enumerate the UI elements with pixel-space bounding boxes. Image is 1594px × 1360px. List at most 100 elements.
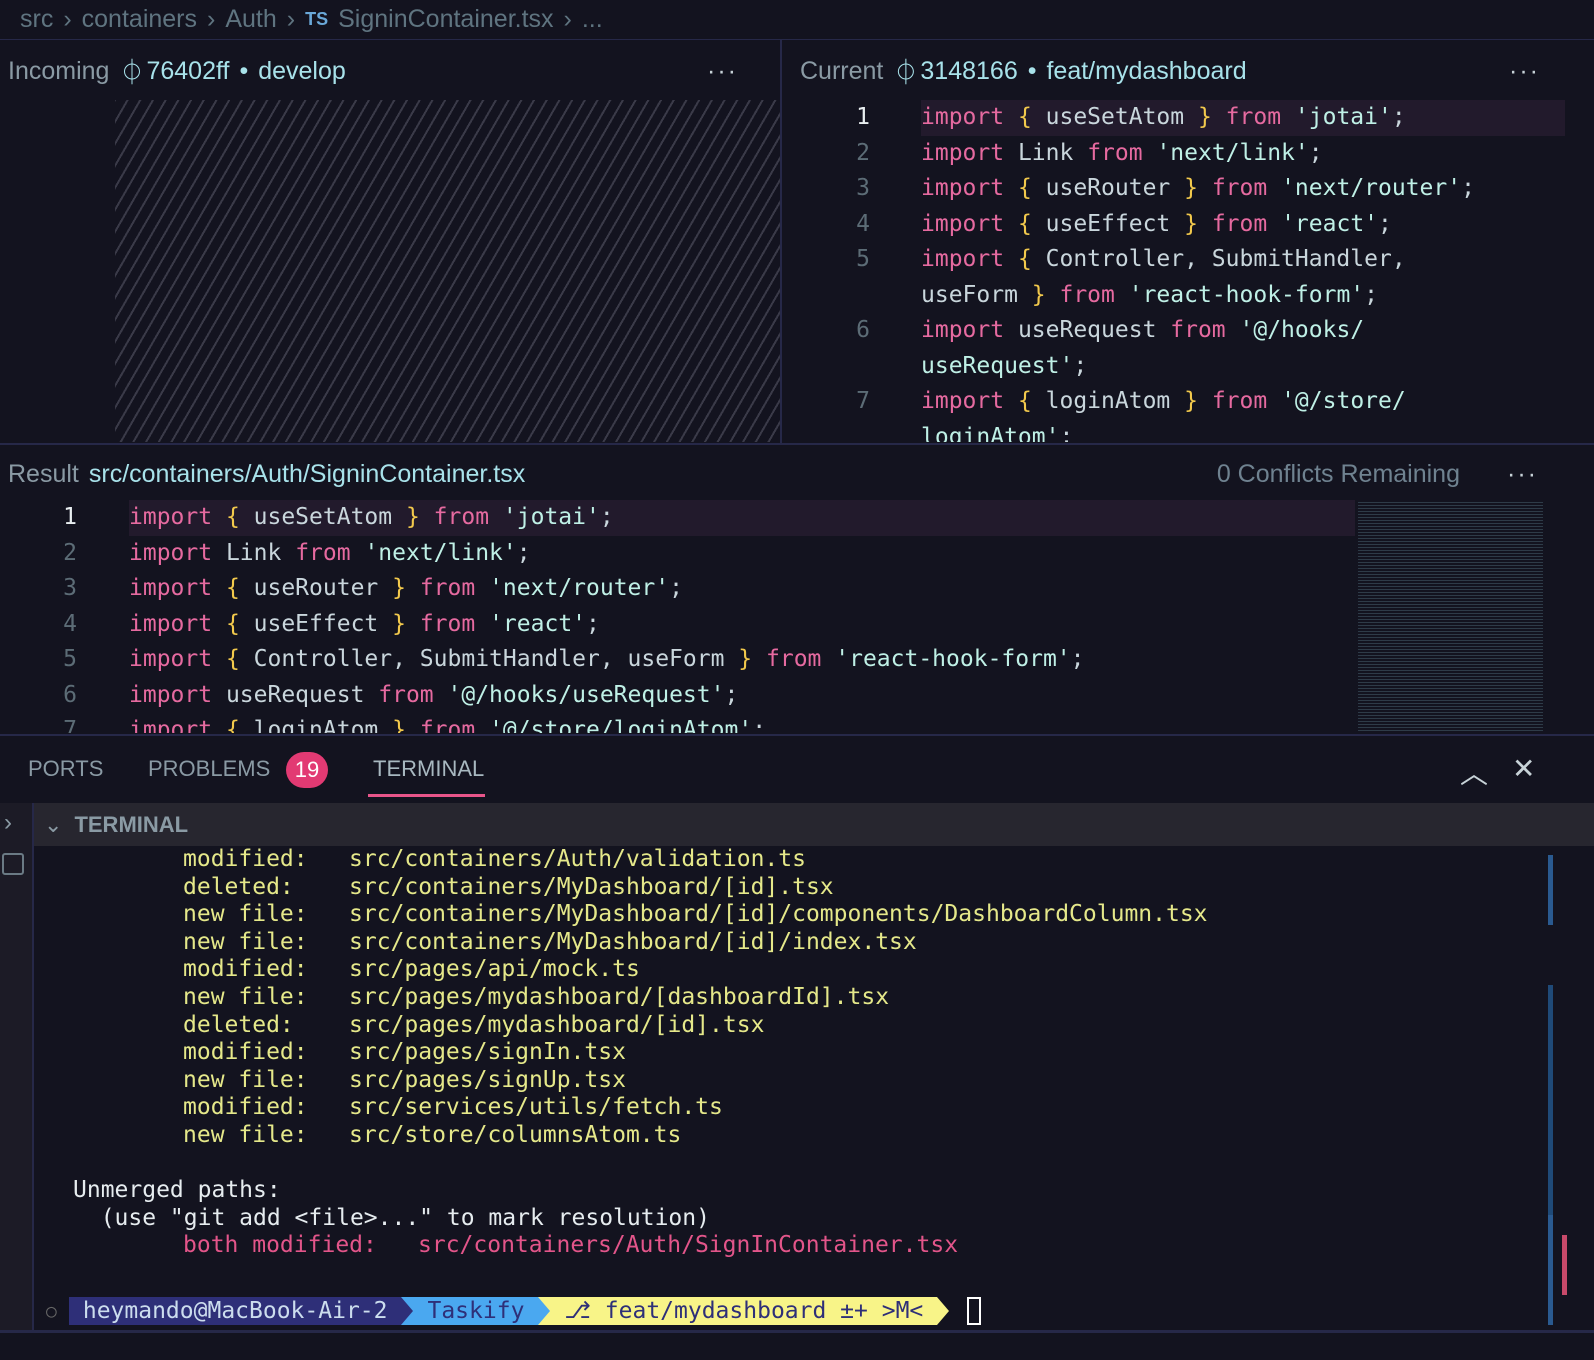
terminal-output[interactable]: modified: src/containers/Auth/validation.…: [34, 846, 1564, 1330]
more-actions-button[interactable]: ···: [1509, 57, 1540, 86]
code-line[interactable]: 1 import { useSetAtom } from 'jotai';: [63, 500, 1355, 536]
code-text: import Link from 'next/link';: [921, 139, 1323, 166]
code-line[interactable]: 6 import useRequest from '@/hooks/useRequ…: [0, 678, 1355, 714]
code-text: import { Controller, SubmitHandler,: [921, 246, 1406, 272]
incoming-empty-hatch: [115, 100, 780, 442]
separator-dot: •: [1027, 56, 1037, 85]
unmerged-header: Unmerged paths:: [73, 1177, 281, 1204]
current-branch[interactable]: feat/mydashboard: [1046, 57, 1246, 86]
code-line[interactable]: 5 import { Controller, SubmitHandler, use…: [0, 642, 1355, 678]
code-text: import { useEffect } from 'react';: [129, 610, 600, 637]
breadcrumb-auth[interactable]: Auth: [225, 5, 276, 34]
unmerged-hint: (use "git add <file>..." to mark resolut…: [73, 1204, 710, 1231]
chevron-right-icon[interactable]: ›: [4, 809, 12, 837]
line-number: 1: [856, 104, 870, 130]
code-line[interactable]: 7 import { loginAtom } from '@/store/: [800, 384, 1565, 420]
code-text: loginAtom';: [921, 423, 1074, 443]
chevron-right-icon: ›: [563, 5, 572, 33]
result-label: Result: [8, 459, 79, 488]
code-text: import { useRouter } from 'next/router';: [921, 175, 1475, 201]
prompt-branch: ⎇ feat/mydashboard ±+ >M<: [550, 1297, 938, 1325]
breadcrumb-containers[interactable]: containers: [82, 5, 197, 34]
code-text: import Link from 'next/link';: [129, 539, 531, 566]
more-actions-button[interactable]: ···: [707, 57, 738, 86]
code-line[interactable]: 4 import { useEffect } from 'react';: [800, 207, 1565, 243]
code-line[interactable]: 1 import { useSetAtom } from 'jotai';: [856, 100, 1565, 136]
terminal-prompt: ○ heymando@MacBook-Air-2 Taskify ⎇ feat/…: [46, 1296, 982, 1326]
git-status-line: deleted: src/containers/MyDashboard/[id].…: [183, 873, 834, 900]
separator-dot: •: [239, 56, 249, 85]
git-status-line: new file: src/pages/signUp.tsx: [183, 1066, 626, 1093]
code-text: import useRequest from '@/hooks/: [921, 317, 1365, 343]
code-text: useRequest';: [921, 352, 1088, 379]
result-path: src/containers/Auth/SigninContainer.tsx: [88, 459, 526, 488]
line-number: 6: [63, 681, 77, 708]
result-editor[interactable]: 1 import { useSetAtom } from 'jotai'; 2 imp…: [0, 500, 1355, 733]
code-text: useForm } from 'react-hook-form';: [921, 281, 1378, 308]
tab-terminal[interactable]: TERMINAL: [373, 756, 484, 782]
breadcrumb: src › containers › Auth › TS SigninContaine…: [0, 0, 1594, 40]
powerline-arrow-icon: [937, 1297, 950, 1325]
code-line[interactable]: 4 import { useEffect } from 'react';: [0, 607, 1355, 643]
prompt-user: heymando@MacBook-Air-2: [68, 1297, 402, 1325]
code-line[interactable]: 5 import { Controller, SubmitHandler,: [800, 242, 1565, 278]
current-label: Current: [800, 56, 884, 85]
line-number: 4: [856, 210, 870, 237]
result-header: Result src/containers/Auth/SigninContain…: [8, 445, 1578, 503]
git-status-line: deleted: src/pages/mydashboard/[id].tsx: [183, 1011, 765, 1038]
line-number: 4: [63, 610, 77, 637]
code-line[interactable]: useRequest';: [800, 349, 1565, 385]
code-line[interactable]: 7 import { loginAtom } from '@/store/logi…: [0, 713, 1355, 733]
unmerged-file: both modified: src/containers/Auth/SignIn…: [183, 1232, 959, 1259]
code-line[interactable]: 3 import { useRouter } from 'next/router'…: [800, 171, 1565, 207]
code-line[interactable]: loginAtom';: [800, 420, 1565, 443]
code-line[interactable]: 6 import useRequest from '@/hooks/: [800, 313, 1565, 349]
code-line[interactable]: 2 import Link from 'next/link';: [800, 136, 1565, 172]
code-text: import { useRouter } from 'next/router';: [129, 575, 683, 601]
tab-ports[interactable]: PORTS: [28, 756, 103, 782]
incoming-commit[interactable]: 76402ff: [146, 57, 229, 86]
terminal-scrollbar[interactable]: [1548, 855, 1567, 1325]
code-line[interactable]: 3 import { useRouter } from 'next/router'…: [0, 571, 1355, 607]
git-commit-icon: ⏀: [893, 59, 919, 87]
code-text: import { loginAtom } from '@/store/: [921, 388, 1406, 414]
prompt-dir: Taskify: [413, 1297, 539, 1325]
maximize-panel-icon[interactable]: ︿: [1460, 752, 1488, 792]
terminal-icon[interactable]: [2, 853, 24, 875]
chevron-right-icon: ›: [63, 5, 72, 33]
powerline-arrow-icon: [538, 1297, 551, 1325]
minimap[interactable]: [1358, 500, 1543, 733]
breadcrumb-symbols[interactable]: ...: [582, 5, 603, 34]
line-number: 2: [856, 139, 870, 166]
line-number: 3: [63, 575, 77, 601]
line-number: 7: [856, 388, 870, 414]
panel-tabs: PORTS PROBLEMS TERMINAL: [0, 736, 1594, 802]
terminal-section-header[interactable]: ⌄ TERMINAL: [34, 803, 1594, 846]
line-number: 7: [63, 717, 77, 733]
current-editor[interactable]: 1 import { useSetAtom } from 'jotai'; 2 imp…: [800, 100, 1565, 442]
breadcrumb-src[interactable]: src: [20, 5, 53, 34]
incoming-branch[interactable]: develop: [258, 57, 346, 86]
code-text: import { useEffect } from 'react';: [921, 210, 1392, 237]
code-text: import useRequest from '@/hooks/useReque…: [129, 681, 739, 708]
close-panel-icon[interactable]: ✕: [1512, 752, 1535, 785]
breadcrumb-file[interactable]: SigninContainer.tsx: [338, 5, 553, 34]
current-commit[interactable]: 3148166: [920, 57, 1017, 86]
git-status-line: new file: src/containers/MyDashboard/[id]…: [183, 901, 1208, 928]
code-line[interactable]: useForm } from 'react-hook-form';: [800, 278, 1565, 314]
more-actions-button[interactable]: ···: [1507, 460, 1538, 489]
prompt-circle-icon: ○: [46, 1300, 57, 1322]
terminal-section-title: TERMINAL: [74, 811, 189, 837]
code-line[interactable]: 2 import Link from 'next/link';: [0, 536, 1355, 572]
git-status-line: modified: src/services/utils/fetch.ts: [183, 1094, 723, 1121]
terminal-cursor: [967, 1297, 982, 1325]
tab-problems[interactable]: PROBLEMS: [148, 756, 270, 782]
problems-count-badge: 19: [286, 752, 328, 788]
incoming-label: Incoming: [8, 56, 110, 85]
conflicts-remaining[interactable]: 0 Conflicts Remaining: [1217, 460, 1460, 489]
pane-divider[interactable]: [780, 40, 782, 444]
active-tab-indicator: [368, 794, 485, 797]
line-number: 5: [63, 646, 77, 672]
git-status-line: new file: src/store/columnsAtom.ts: [183, 1121, 682, 1148]
line-number: 2: [63, 539, 77, 566]
